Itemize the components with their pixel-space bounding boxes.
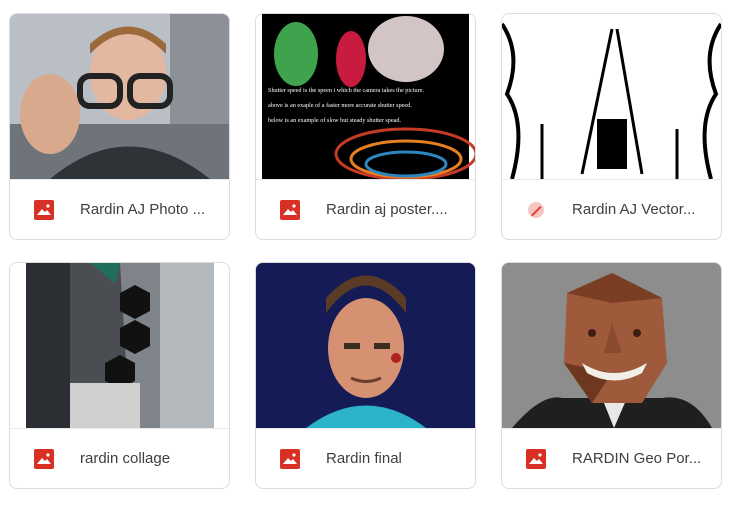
image-file-icon	[280, 200, 300, 220]
image-file-icon	[34, 449, 54, 469]
file-grid: Rardin AJ Photo ... Shutter speed is the…	[0, 0, 740, 505]
file-thumbnail	[10, 263, 229, 428]
file-card-poster[interactable]: Shutter speed is the speen i which the c…	[255, 13, 476, 240]
file-thumbnail	[502, 14, 721, 179]
collage-thumbnail-image	[26, 263, 214, 428]
drawing-file-icon	[528, 202, 544, 218]
poster-thumbnail-image: Shutter speed is the speen i which the c…	[262, 14, 475, 179]
poster-caption-line-2: above is an exaple of a faster more accu…	[268, 102, 412, 109]
file-thumbnail	[10, 14, 229, 179]
file-thumbnail	[256, 263, 475, 428]
image-file-icon	[526, 449, 546, 469]
file-thumbnail: Shutter speed is the speen i which the c…	[256, 14, 475, 179]
file-card-geo-portrait[interactable]: RARDIN Geo Por...	[501, 262, 722, 489]
file-card-final[interactable]: Rardin final	[255, 262, 476, 489]
file-name: RARDIN Geo Por...	[572, 450, 702, 467]
poster-caption-line-1: Shutter speed is the speen i which the c…	[268, 87, 424, 94]
file-name: Rardin AJ Vector...	[572, 201, 696, 218]
final-thumbnail-image	[256, 263, 475, 428]
file-meta: Rardin AJ Vector...	[502, 179, 721, 239]
file-meta: RARDIN Geo Por...	[502, 428, 721, 488]
file-name: Rardin final	[326, 450, 402, 467]
poster-caption-line-3: below is an example of slow but steady s…	[268, 117, 401, 124]
file-thumbnail	[502, 263, 721, 428]
file-name: Rardin aj poster....	[326, 201, 448, 218]
file-meta: Rardin AJ Photo ...	[10, 179, 229, 239]
file-card-vector[interactable]: Rardin AJ Vector...	[501, 13, 722, 240]
file-card-collage[interactable]: rardin collage	[9, 262, 230, 489]
vector-thumbnail-image	[502, 14, 721, 179]
photo-thumbnail-image	[10, 14, 229, 179]
file-meta: rardin collage	[10, 428, 229, 488]
file-meta: Rardin aj poster....	[256, 179, 475, 239]
file-name: rardin collage	[80, 450, 171, 467]
file-meta: Rardin final	[256, 428, 475, 488]
file-name: Rardin AJ Photo ...	[80, 201, 206, 218]
image-file-icon	[280, 449, 300, 469]
geo-portrait-thumbnail-image	[502, 263, 721, 428]
image-file-icon	[34, 200, 54, 220]
file-card-photo[interactable]: Rardin AJ Photo ...	[9, 13, 230, 240]
